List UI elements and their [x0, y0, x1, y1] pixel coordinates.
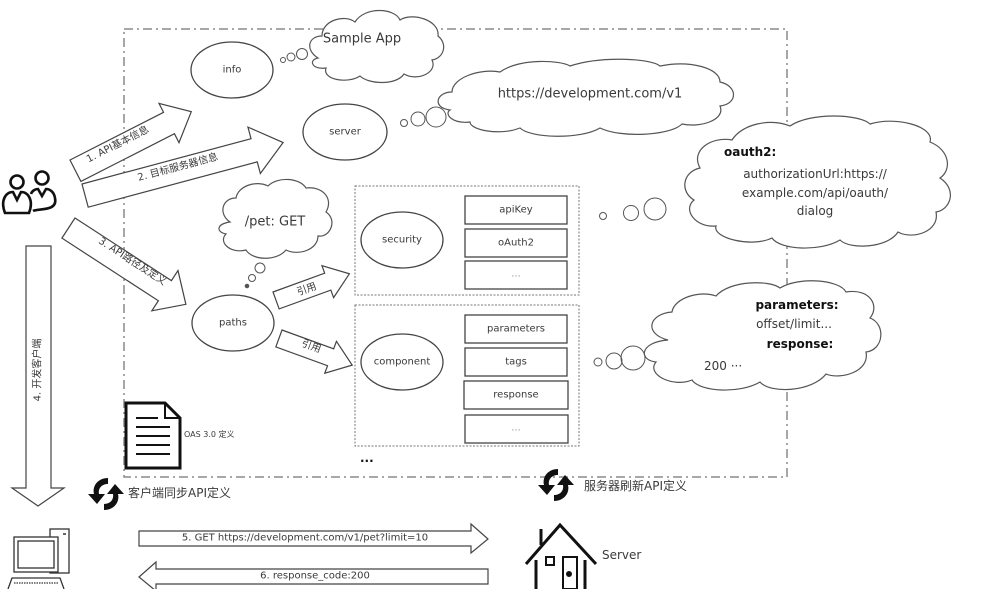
- computer-icon: [7, 528, 70, 589]
- component-item: ...: [511, 422, 521, 434]
- node-server-label: server: [329, 126, 361, 138]
- bubble: [620, 345, 646, 371]
- server-label: Server: [602, 548, 642, 562]
- bubble: [400, 119, 408, 127]
- more-ellipsis: ...: [360, 451, 374, 465]
- param-heading: parameters:: [755, 298, 839, 313]
- arrow-step5-label: 5. GET https://development.com/v1/pet?li…: [181, 532, 429, 544]
- server-refresh-label: 服务器刷新API定义: [584, 479, 687, 493]
- bubble: [296, 48, 308, 60]
- bubble: [593, 357, 603, 367]
- param-value: offset/limit...: [756, 317, 832, 332]
- bubble: [623, 205, 639, 221]
- bubble: [410, 111, 426, 127]
- node-info-label: info: [222, 64, 242, 76]
- bubble: [248, 274, 256, 282]
- sync-icon-server: [538, 469, 574, 501]
- sync-icon-client: [88, 478, 124, 510]
- response-heading: response:: [766, 337, 834, 352]
- arrow-step4-label: 4. 开发客户端: [32, 338, 44, 402]
- bubble: [286, 52, 296, 62]
- document-icon: [124, 401, 182, 470]
- house-icon: [524, 522, 598, 589]
- security-item: ...: [511, 268, 521, 280]
- cloud-server-url-text: https://development.com/v1: [497, 86, 683, 102]
- component-item: parameters: [486, 323, 546, 335]
- bubble: [254, 262, 266, 274]
- security-item: apiKey: [499, 204, 533, 216]
- cloud-pet-get-text: /pet: GET: [244, 214, 306, 230]
- arrow-step6-label: 6. response_code:200: [260, 570, 370, 582]
- response-value: 200 ···: [704, 359, 743, 373]
- node-security-label: security: [382, 234, 422, 246]
- security-item: oAuth2: [498, 237, 534, 249]
- node-component-label: component: [373, 356, 431, 368]
- client-sync-label: 客户端同步API定义: [128, 486, 231, 500]
- bubble: [599, 212, 607, 220]
- document-label: OAS 3.0 定义: [184, 430, 235, 439]
- component-item: response: [493, 389, 539, 401]
- cloud-sample-app-text: Sample App: [322, 31, 402, 47]
- component-item: tags: [505, 356, 527, 368]
- cloud-oauth2: [684, 115, 951, 249]
- bubble: [605, 352, 623, 370]
- bubble: [643, 197, 667, 221]
- node-paths-label: paths: [219, 317, 247, 329]
- users-icon: [1, 170, 57, 215]
- oauth2-heading: oauth2:: [724, 145, 777, 159]
- bubble: [280, 57, 286, 63]
- bubble: [244, 283, 250, 289]
- oauth2-line: authorizationUrl:https://: [743, 167, 887, 182]
- oauth2-line: example.com/api/oauth/: [741, 186, 889, 201]
- bubble: [425, 106, 447, 128]
- oauth2-line: dialog: [796, 204, 834, 219]
